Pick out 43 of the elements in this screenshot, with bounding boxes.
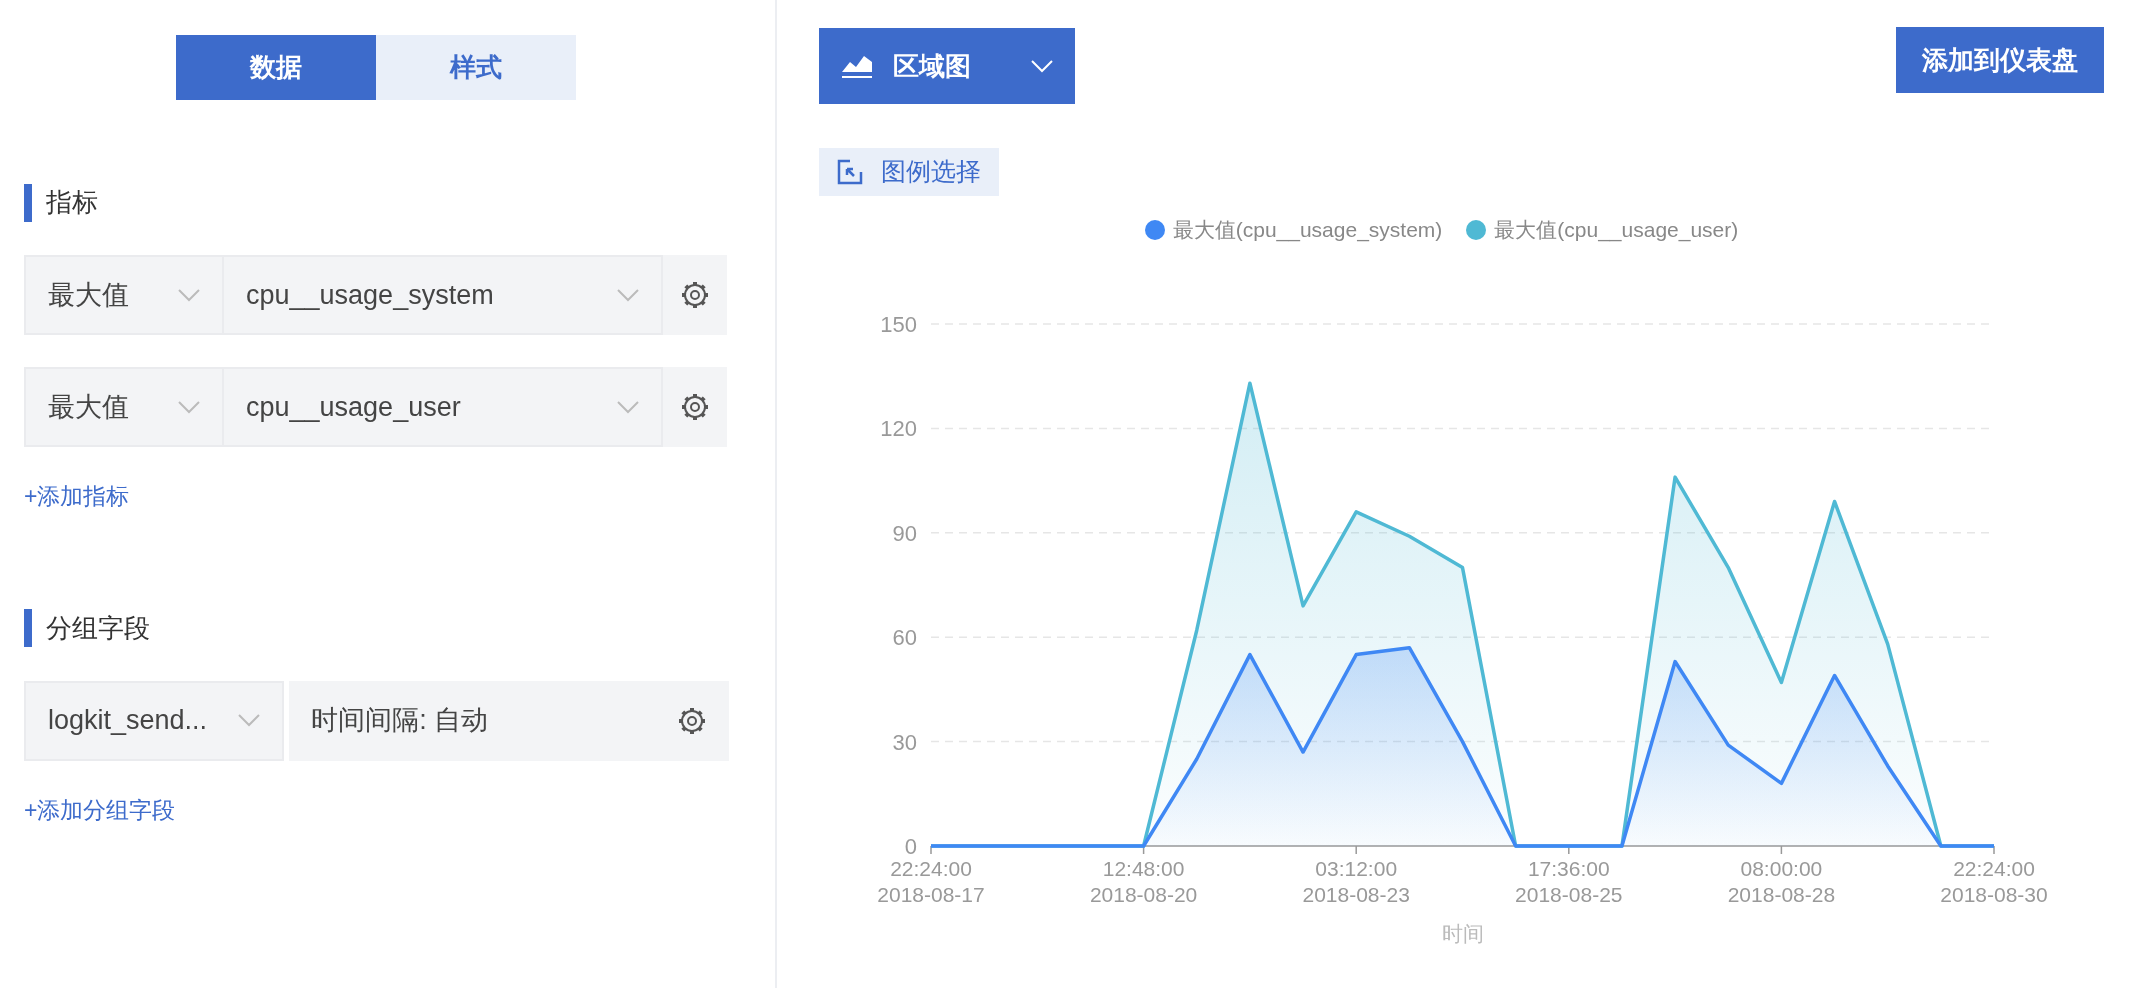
add-to-dashboard-button[interactable]: 添加到仪表盘 [1896, 27, 2104, 93]
section-title: 分组字段 [46, 611, 150, 645]
x-tick-label: 22:24:00 2018-08-30 [1940, 856, 2048, 906]
settings-icon[interactable] [680, 392, 710, 422]
y-tick-label: 0 [904, 833, 917, 859]
x-tick-label: 03:12:00 2018-08-23 [1302, 856, 1410, 906]
select-icon [837, 159, 863, 185]
group-field-select[interactable]: logkit_send... [24, 680, 285, 761]
tab[interactable]: 数据 [176, 35, 376, 100]
chevron-down-icon [238, 714, 261, 727]
add-group-field-link[interactable]: +添加分组字段 [24, 792, 176, 827]
settings-icon[interactable] [680, 280, 710, 310]
y-tick-label: 60 [892, 624, 917, 650]
chevron-down-icon [617, 400, 639, 414]
legend-label: 最大值(cpu__usage_user) [1494, 217, 1739, 244]
aggregate-select[interactable]: 最大值 [24, 367, 224, 447]
area-chart-icon [841, 53, 873, 79]
chevron-down-icon [178, 400, 200, 414]
chevron-down-icon [1031, 59, 1053, 73]
legend-select-button[interactable]: 图例选择 [819, 148, 999, 196]
y-tick-label: 30 [892, 729, 917, 755]
x-tick-label: 12:48:00 2018-08-20 [1089, 856, 1198, 906]
settings-icon[interactable] [677, 705, 707, 736]
y-tick-label: 120 [880, 415, 917, 441]
x-axis-title: 时间 [1441, 921, 1484, 945]
metric-select[interactable]: cpu__usage_system [222, 255, 663, 335]
x-tick-label: 17:36:00 2018-08-25 [1515, 856, 1623, 906]
x-tick-label: 22:24:00 2018-08-17 [877, 856, 985, 906]
y-tick-label: 90 [892, 520, 917, 546]
chevron-down-icon [617, 288, 639, 302]
interval-select[interactable]: 时间间隔: 自动 [289, 680, 729, 761]
metric-select[interactable]: cpu__usage_user [222, 367, 663, 447]
chevron-down-icon [178, 288, 200, 302]
chart-type-dropdown[interactable]: 区域图 [819, 28, 1075, 104]
tab[interactable]: 样式 [376, 35, 576, 100]
legend-label: 最大值(cpu__usage_system) [1172, 217, 1443, 244]
section-marker [24, 609, 32, 647]
section-marker [24, 183, 32, 222]
section-title: 指标 [46, 186, 98, 219]
y-tick-label: 150 [880, 311, 917, 337]
add-metric-link[interactable]: +添加指标 [24, 479, 130, 514]
x-tick-label: 08:00:00 2018-08-28 [1727, 856, 1836, 906]
aggregate-select[interactable]: 最大值 [24, 255, 224, 335]
